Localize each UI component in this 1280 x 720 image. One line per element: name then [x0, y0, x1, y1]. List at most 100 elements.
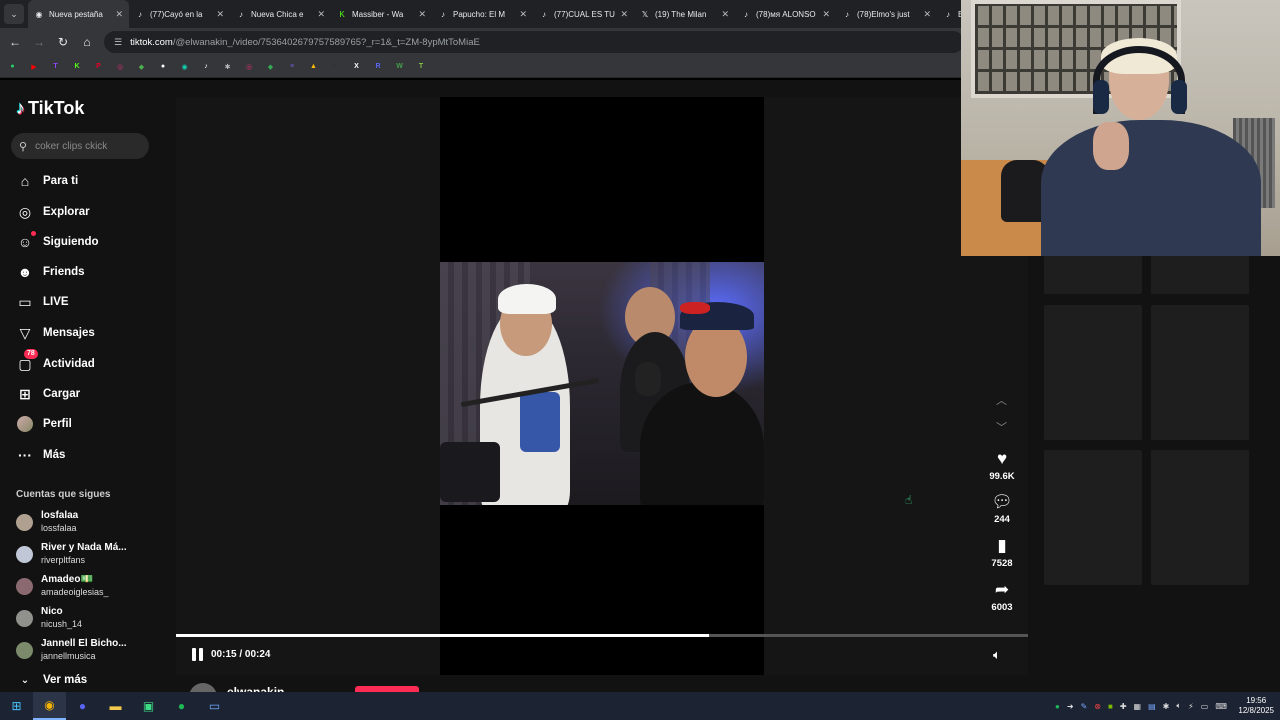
- nav-item-messages[interactable]: ▽ Mensajes: [16, 324, 95, 342]
- w-icon[interactable]: W: [393, 60, 406, 73]
- related-video-thumb[interactable]: [1151, 450, 1249, 585]
- close-tab-icon[interactable]: ✕: [317, 9, 325, 20]
- nav-item-compass[interactable]: ◎ Explorar: [16, 203, 90, 221]
- nav-item-activity[interactable]: ▢ 78 Actividad: [16, 349, 95, 373]
- address-bar[interactable]: ☰ tiktok.com/@elwanakin_/video/753640267…: [104, 31, 964, 53]
- previous-video-icon[interactable]: ︿: [996, 392, 1007, 408]
- close-tab-icon[interactable]: ✕: [620, 9, 628, 20]
- browser-tab[interactable]: ♪ (77)CUAL ES TU ✕: [533, 0, 634, 28]
- site-info-icon[interactable]: ☰: [114, 37, 122, 48]
- controller-icon[interactable]: ◆: [135, 60, 148, 73]
- r-icon[interactable]: R: [372, 60, 385, 73]
- list-icon[interactable]: ≡: [286, 60, 299, 73]
- tiktok-icon[interactable]: ♪: [200, 60, 213, 73]
- folder-taskbar-icon[interactable]: ▬: [99, 692, 132, 720]
- forward-icon[interactable]: →: [27, 30, 51, 54]
- youtube-icon[interactable]: ▶: [28, 60, 41, 73]
- browser-tab[interactable]: K Massiber - Wa ✕: [331, 0, 432, 28]
- adobe-icon[interactable]: A: [329, 60, 342, 73]
- video-frame[interactable]: [440, 262, 764, 505]
- browser-tab[interactable]: ♪ (78)Elmo's just ✕: [836, 0, 937, 28]
- author-avatar[interactable]: [189, 683, 217, 692]
- pause-icon[interactable]: [192, 648, 204, 661]
- desktop-taskbar-icon[interactable]: ▭: [198, 692, 231, 720]
- close-tab-icon[interactable]: ✕: [418, 9, 426, 20]
- browser-tab[interactable]: 𝕏 (19) The Milan ✕: [634, 0, 735, 28]
- like-button[interactable]: ♥ 99.6K: [984, 449, 1020, 482]
- author-name[interactable]: elwanakin: [227, 685, 284, 692]
- monitor-tray-icon[interactable]: ▭: [1201, 702, 1209, 711]
- nav-item-upload[interactable]: ⊞ Cargar: [16, 385, 80, 403]
- close-tab-icon[interactable]: ✕: [216, 9, 224, 20]
- related-video-thumb[interactable]: [1044, 450, 1142, 585]
- instagram-icon[interactable]: ◎: [114, 60, 127, 73]
- arrow-tray-icon[interactable]: ➜: [1067, 702, 1074, 711]
- see-more-button[interactable]: ⌄ Ver más: [16, 671, 87, 689]
- nvidia-tray-icon[interactable]: ■: [1108, 702, 1113, 711]
- progress-bar[interactable]: [176, 634, 1028, 637]
- discord-taskbar-icon[interactable]: ●: [66, 692, 99, 720]
- nav-item-home[interactable]: ⌂ Para ti: [16, 172, 78, 190]
- close-tab-icon[interactable]: ✕: [519, 9, 527, 20]
- instagram-icon[interactable]: ◎: [243, 60, 256, 73]
- save-button[interactable]: ▮ 7528: [984, 536, 1020, 569]
- spotify-tray-icon[interactable]: ●: [1055, 702, 1060, 711]
- browser-tab[interactable]: ◉ Nueva pestaña ✕: [28, 0, 129, 28]
- next-video-icon[interactable]: ﹀: [996, 419, 1007, 435]
- pinterest-icon[interactable]: P: [92, 60, 105, 73]
- reload-icon[interactable]: ↻: [51, 30, 75, 54]
- system-clock[interactable]: 19:56 12/8/2025: [1238, 696, 1274, 716]
- nav-item-profile[interactable]: Perfil: [16, 415, 72, 433]
- browser-tab[interactable]: ♪ (77)Cayó en la ✕: [129, 0, 230, 28]
- followed-account[interactable]: Jannell El Bicho... jannellmusica: [16, 638, 127, 662]
- volume-tray-icon[interactable]: 🔈︎: [1176, 701, 1181, 711]
- maps-icon[interactable]: ◆: [264, 60, 277, 73]
- home-icon[interactable]: ⌂: [75, 30, 99, 54]
- network-tray-icon[interactable]: ▦: [1134, 702, 1142, 711]
- drive-icon[interactable]: ▲: [307, 60, 320, 73]
- wifi-tray-icon[interactable]: ⚡: [1188, 702, 1194, 711]
- whatsapp-icon[interactable]: ●: [6, 60, 19, 73]
- t-icon[interactable]: T: [415, 60, 428, 73]
- app-tray-icon[interactable]: ✚: [1120, 702, 1127, 711]
- tab-search-button[interactable]: ⌄: [4, 4, 24, 24]
- related-video-thumb[interactable]: [1044, 305, 1142, 440]
- followed-account[interactable]: River y Nada Má... riverpltfans: [16, 542, 127, 566]
- chrome-taskbar-icon[interactable]: ◉: [33, 692, 66, 720]
- related-video-thumb[interactable]: [1044, 256, 1142, 294]
- followed-account[interactable]: Amadeo💵 amadeoiglesias_: [16, 574, 109, 598]
- nav-item-live[interactable]: ▭ LIVE: [16, 293, 68, 311]
- followed-account[interactable]: Nico nicush_14: [16, 606, 82, 630]
- close-tab-icon[interactable]: ✕: [721, 9, 729, 20]
- comment-button[interactable]: 💬︎ 244: [984, 492, 1020, 525]
- github-icon[interactable]: ●: [157, 60, 170, 73]
- nav-item-more[interactable]: ··· Más: [16, 446, 65, 464]
- circle-icon[interactable]: ◉: [178, 60, 191, 73]
- related-video-thumb[interactable]: [1151, 256, 1249, 294]
- volume-icon[interactable]: 🔈︎: [993, 647, 1001, 663]
- windows-start-icon[interactable]: ⊞: [0, 692, 33, 720]
- shield-tray-icon[interactable]: ⊗: [1094, 702, 1101, 711]
- close-tab-icon[interactable]: ✕: [923, 9, 931, 20]
- twitch-icon[interactable]: T: [49, 60, 62, 73]
- close-tab-icon[interactable]: ✕: [115, 9, 123, 20]
- browser-tab[interactable]: ♪ Papucho: El M ✕: [432, 0, 533, 28]
- tiktok-logo[interactable]: ♪ TikTok: [16, 98, 84, 119]
- browser-tab[interactable]: ♪ (78)мя ALONSO ✕: [735, 0, 836, 28]
- android-taskbar-icon[interactable]: ▣: [132, 692, 165, 720]
- search-input[interactable]: [35, 140, 136, 152]
- nav-item-following[interactable]: ☺ Siguiendo: [16, 231, 99, 251]
- spotify-taskbar-icon[interactable]: ●: [165, 692, 198, 720]
- close-tab-icon[interactable]: ✕: [822, 9, 830, 20]
- lang-tray-icon[interactable]: ⌨: [1215, 702, 1227, 711]
- related-video-thumb[interactable]: [1151, 305, 1249, 440]
- bluetooth-tray-icon[interactable]: ✱: [1163, 702, 1170, 711]
- pen-tray-icon[interactable]: ✎: [1081, 702, 1088, 711]
- search-box[interactable]: ⚲: [11, 133, 149, 159]
- video-player[interactable]: ︿ ﹀ ♥ 99.6K 💬︎ 244 ▮ 7528 ➦ 6003 00:15 /…: [176, 97, 1028, 675]
- box-tray-icon[interactable]: ▤: [1148, 702, 1156, 711]
- kick-icon[interactable]: K: [71, 60, 84, 73]
- web-icon[interactable]: ✱: [221, 60, 234, 73]
- browser-tab[interactable]: ♪ Nueva Chica e ✕: [230, 0, 331, 28]
- back-icon[interactable]: ←: [3, 30, 27, 54]
